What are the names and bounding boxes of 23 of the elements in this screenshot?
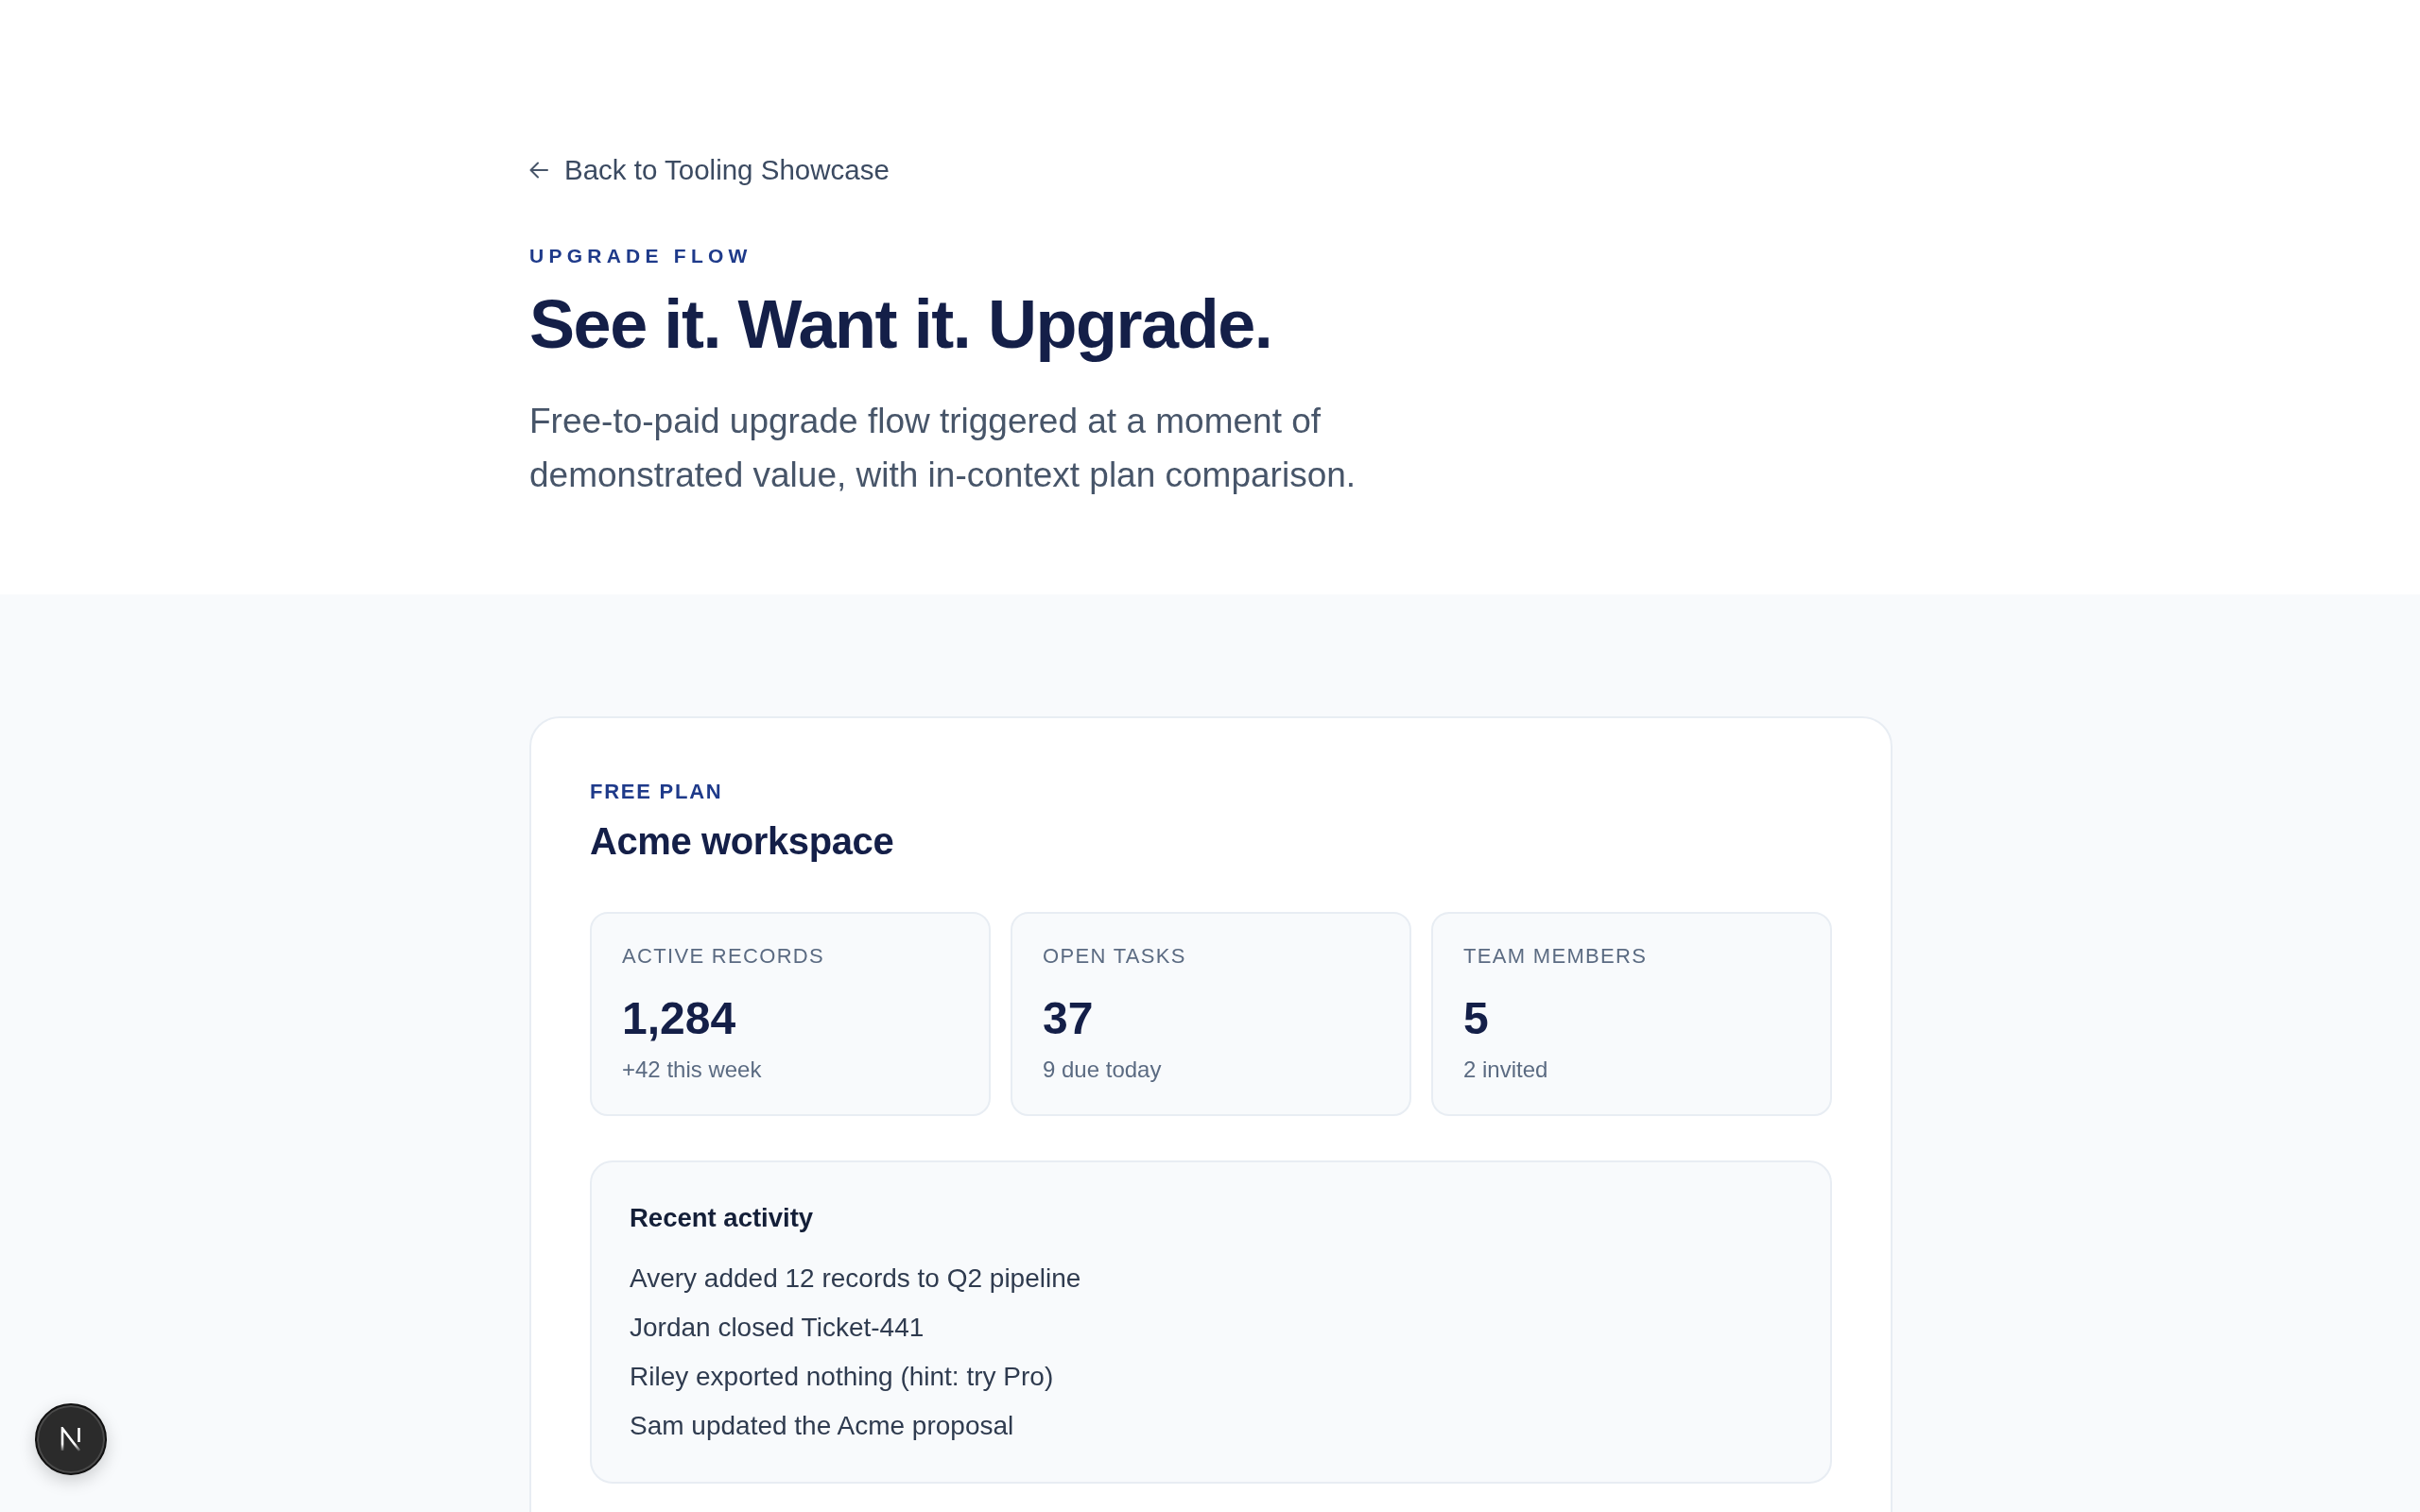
activity-item: Avery added 12 records to Q2 pipeline [630,1263,1082,1295]
activity-item: Riley exported nothing (hint: try Pro) [630,1361,1055,1393]
stat-label: OPEN TASKS [1043,943,1187,970]
eyebrow-label: UPGRADE FLOW [529,244,752,268]
stat-note: 9 due today [1043,1056,1163,1084]
activity-item: Jordan closed Ticket-441 [630,1312,925,1344]
page-description: Free-to-paid upgrade flow triggered at a moment of demonstrated value, with in-context plan comparison. [529,401,1357,496]
back-link[interactable]: Back to Tooling Showcase [529,153,890,187]
arrow-left-icon [529,162,548,179]
stat-label: TEAM MEMBERS [1463,943,1649,970]
activity-title: Recent activity [630,1202,815,1234]
stat-value: 37 [1043,992,1095,1045]
workspace-name: Acme workspace [590,819,895,864]
stat-value: 5 [1463,992,1490,1045]
dev-indicator-button[interactable] [35,1403,107,1475]
page-title: See it. Want it. Upgrade. [529,285,1272,364]
stat-note: 2 invited [1463,1056,1549,1084]
stat-value: 1,284 [622,992,737,1045]
n-logo-icon [60,1427,82,1452]
stat-label: ACTIVE RECORDS [622,943,826,970]
stat-note: +42 this week [622,1056,763,1084]
plan-label: FREE PLAN [590,779,724,805]
activity-item: Sam updated the Acme proposal [630,1410,1015,1442]
